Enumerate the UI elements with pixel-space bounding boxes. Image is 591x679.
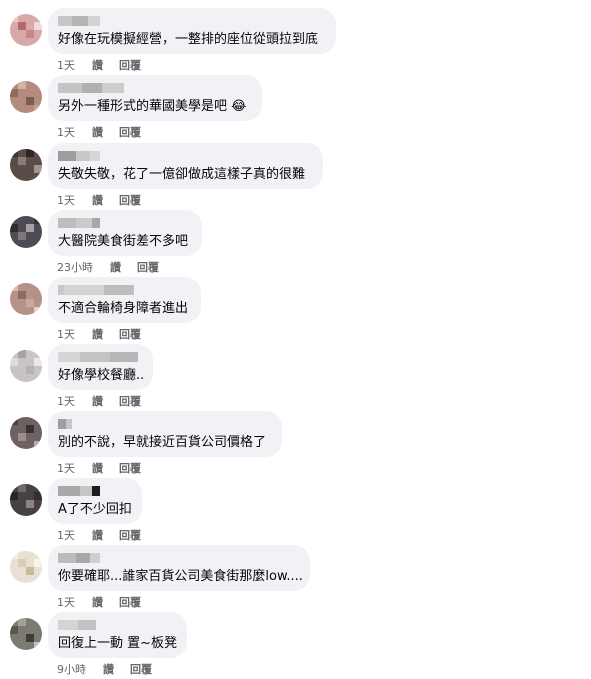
reply-button[interactable]: 回覆 <box>119 462 141 475</box>
comment-actions: 1天 讚 回覆 <box>57 194 157 207</box>
commenter-name-blurred[interactable] <box>58 284 189 296</box>
comment-actions: 1天 讚 回覆 <box>57 529 157 542</box>
like-button[interactable]: 讚 <box>110 261 121 274</box>
reply-button[interactable]: 回覆 <box>119 328 141 341</box>
comment-item: 另外一種形式的華國美學是吧 😂 1天 讚 回覆 <box>0 75 591 142</box>
commenter-name-blurred[interactable] <box>58 351 141 363</box>
comment-item: 回復上一動 置~板凳 9小時 讚 回覆 <box>0 612 591 679</box>
commenter-name-blurred[interactable] <box>58 418 270 430</box>
commenter-name-blurred[interactable] <box>58 15 324 27</box>
commenter-name-blurred[interactable] <box>58 552 298 564</box>
comment-timestamp[interactable]: 1天 <box>57 126 75 139</box>
comment-actions: 23小時 讚 回覆 <box>57 261 175 274</box>
comment-text: 大醫院美食街差不多吧 <box>58 234 189 249</box>
reply-button[interactable]: 回覆 <box>119 596 141 609</box>
comment-item: 別的不說，早就接近百貨公司價格了 1天 讚 回覆 <box>0 411 591 478</box>
comment-actions: 1天 讚 回覆 <box>57 328 157 341</box>
comment-bubble: 別的不說，早就接近百貨公司價格了 <box>48 411 282 457</box>
comment-timestamp[interactable]: 1天 <box>57 596 75 609</box>
like-button[interactable]: 讚 <box>92 596 103 609</box>
commenter-name-blurred[interactable] <box>58 485 130 497</box>
comment-actions: 1天 讚 回覆 <box>57 126 157 139</box>
avatar[interactable] <box>10 216 42 248</box>
comment-text: 你要確耶...誰家百貨公司美食街那麼low.... <box>58 569 303 584</box>
avatar[interactable] <box>10 484 42 516</box>
like-button[interactable]: 讚 <box>92 328 103 341</box>
reply-button[interactable]: 回覆 <box>119 59 141 72</box>
comment-actions: 9小時 讚 回覆 <box>57 663 168 676</box>
comment-text: 失敬失敬，花了一億卻做成這樣子真的很難 <box>58 167 306 182</box>
comment-item: A了不少回扣 1天 讚 回覆 <box>0 478 591 545</box>
avatar[interactable] <box>10 551 42 583</box>
like-button[interactable]: 讚 <box>103 663 114 676</box>
comment-timestamp[interactable]: 9小時 <box>57 663 86 676</box>
comment-bubble: 你要確耶...誰家百貨公司美食街那麼low.... <box>48 545 310 591</box>
comment-text: 回復上一動 置~板凳 <box>58 636 178 651</box>
avatar[interactable] <box>10 14 42 46</box>
comment-text: 別的不說，早就接近百貨公司價格了 <box>58 435 267 450</box>
reply-button[interactable]: 回覆 <box>119 194 141 207</box>
comment-timestamp[interactable]: 1天 <box>57 529 75 542</box>
comment-timestamp[interactable]: 1天 <box>57 462 75 475</box>
commenter-name-blurred[interactable] <box>58 150 311 162</box>
comment-text: 另外一種形式的華國美學是吧 😂 <box>58 99 247 114</box>
commenter-name-blurred[interactable] <box>58 82 250 94</box>
comment-actions: 1天 讚 回覆 <box>57 395 157 408</box>
avatar[interactable] <box>10 417 42 449</box>
avatar[interactable] <box>10 350 42 382</box>
comment-timestamp[interactable]: 1天 <box>57 194 75 207</box>
commenter-name-blurred[interactable] <box>58 217 190 229</box>
comment-bubble: 另外一種形式的華國美學是吧 😂 <box>48 75 262 121</box>
comment-item: 你要確耶...誰家百貨公司美食街那麼low.... 1天 讚 回覆 <box>0 545 591 612</box>
avatar[interactable] <box>10 618 42 650</box>
comment-text: A了不少回扣 <box>58 502 132 517</box>
comment-text: 好像在玩模擬經營，一整排的座位從頭拉到底 <box>58 32 319 47</box>
reply-button[interactable]: 回覆 <box>119 395 141 408</box>
like-button[interactable]: 讚 <box>92 462 103 475</box>
comment-actions: 1天 讚 回覆 <box>57 59 157 72</box>
reply-button[interactable]: 回覆 <box>119 529 141 542</box>
comment-timestamp[interactable]: 1天 <box>57 395 75 408</box>
comment-item: 不適合輪椅身障者進出 1天 讚 回覆 <box>0 277 591 344</box>
comment-actions: 1天 讚 回覆 <box>57 596 157 609</box>
comment-bubble: A了不少回扣 <box>48 478 142 524</box>
avatar[interactable] <box>10 81 42 113</box>
comment-item: 好像在玩模擬經營，一整排的座位從頭拉到底 1天 讚 回覆 <box>0 8 591 75</box>
comment-text: 好像學校餐廳.. <box>58 368 145 383</box>
comment-actions: 1天 讚 回覆 <box>57 462 157 475</box>
comment-timestamp[interactable]: 23小時 <box>57 261 93 274</box>
comment-bubble: 回復上一動 置~板凳 <box>48 612 187 658</box>
comment-timestamp[interactable]: 1天 <box>57 328 75 341</box>
like-button[interactable]: 讚 <box>92 529 103 542</box>
comment-bubble: 不適合輪椅身障者進出 <box>48 277 201 323</box>
reply-button[interactable]: 回覆 <box>119 126 141 139</box>
comment-text: 不適合輪椅身障者進出 <box>58 301 189 316</box>
comment-bubble: 好像在玩模擬經營，一整排的座位從頭拉到底 <box>48 8 336 54</box>
comment-item: 好像學校餐廳.. 1天 讚 回覆 <box>0 344 591 411</box>
like-button[interactable]: 讚 <box>92 126 103 139</box>
like-button[interactable]: 讚 <box>92 395 103 408</box>
commenter-name-blurred[interactable] <box>58 619 175 631</box>
comment-bubble: 大醫院美食街差不多吧 <box>48 210 202 256</box>
avatar[interactable] <box>10 283 42 315</box>
comment-item: 大醫院美食街差不多吧 23小時 讚 回覆 <box>0 210 591 277</box>
comment-bubble: 好像學校餐廳.. <box>48 344 153 390</box>
comment-bubble: 失敬失敬，花了一億卻做成這樣子真的很難 <box>48 143 323 189</box>
comment-item: 失敬失敬，花了一億卻做成這樣子真的很難 1天 讚 回覆 <box>0 143 591 210</box>
reply-button[interactable]: 回覆 <box>130 663 152 676</box>
avatar[interactable] <box>10 149 42 181</box>
reply-button[interactable]: 回覆 <box>137 261 159 274</box>
like-button[interactable]: 讚 <box>92 194 103 207</box>
like-button[interactable]: 讚 <box>92 59 103 72</box>
comment-timestamp[interactable]: 1天 <box>57 59 75 72</box>
